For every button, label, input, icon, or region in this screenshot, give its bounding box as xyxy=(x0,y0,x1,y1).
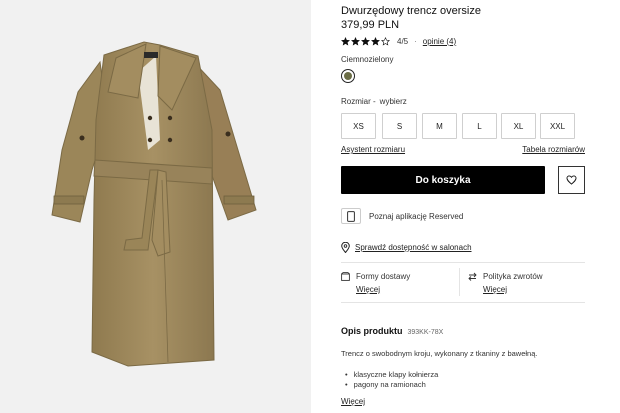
size-label-text: Rozmiar - xyxy=(341,97,376,106)
star-filled-icon xyxy=(351,36,360,45)
delivery-title: Formy dostawy xyxy=(356,271,411,281)
size-placeholder: wybierz xyxy=(379,97,407,106)
store-availability-link: Sprawdź dostępność w salonach xyxy=(355,242,472,252)
description-heading: Opis produktu 393KK-78X xyxy=(341,326,443,336)
box-icon xyxy=(341,271,350,281)
product-title: Dwurzędowy trencz oversize xyxy=(341,5,481,17)
color-name: Ciemnozielony xyxy=(341,55,394,64)
delivery-more-link[interactable]: Więcej xyxy=(356,285,410,294)
product-price: 379,99 PLN xyxy=(341,19,400,31)
rating-score: 4/5 xyxy=(397,36,409,46)
divider-vertical xyxy=(459,268,460,296)
returns-more-link[interactable]: Więcej xyxy=(483,285,543,294)
description-title: Opis produktu xyxy=(341,326,403,336)
delivery-info: Formy dostawy Więcej xyxy=(341,270,410,294)
product-rating: 4/5 · opinie (4) xyxy=(341,35,456,47)
divider xyxy=(341,262,585,263)
size-option-l[interactable]: L xyxy=(462,113,497,139)
size-option-xl[interactable]: XL xyxy=(501,113,536,139)
app-promo-text: Poznaj aplikację Reserved xyxy=(369,211,464,221)
star-filled-icon xyxy=(371,36,380,45)
color-swatch[interactable] xyxy=(341,69,355,83)
wishlist-button[interactable] xyxy=(558,166,585,194)
divider xyxy=(341,302,585,303)
size-label: Rozmiar - wybierz xyxy=(341,97,407,106)
size-assistant-link[interactable]: Asystent rozmiaru xyxy=(341,145,405,154)
returns-title: Polityka zwrotów xyxy=(483,271,543,281)
product-details-panel: Dwurzędowy trencz oversize 379,99 PLN 4/… xyxy=(341,0,585,413)
list-item: klasyczne klapy kołnierza xyxy=(345,370,439,380)
feature-list: klasyczne klapy kołnierza pagony na rami… xyxy=(345,370,439,390)
returns-info: Polityka zwrotów Więcej xyxy=(468,270,543,294)
heart-icon xyxy=(566,175,577,185)
add-to-cart-button[interactable]: Do koszyka xyxy=(341,166,545,194)
star-empty-icon xyxy=(381,36,390,45)
size-option-xxl[interactable]: XXL xyxy=(540,113,575,139)
description-text: Trencz o swobodnym kroju, wykonany z tka… xyxy=(341,349,538,358)
return-arrows-icon xyxy=(468,272,477,281)
description-more-link[interactable]: Więcej xyxy=(341,397,365,406)
trench-coat-illustration xyxy=(51,41,257,367)
list-item: pagony na ramionach xyxy=(345,380,438,390)
store-availability[interactable]: Sprawdź dostępność w salonach xyxy=(341,240,472,254)
size-option-s[interactable]: S xyxy=(382,113,417,139)
color-swatch-fill xyxy=(344,72,352,80)
star-filled-icon xyxy=(361,36,370,45)
location-pin-icon xyxy=(341,241,350,253)
rating-stars xyxy=(341,36,391,46)
product-image[interactable] xyxy=(0,0,311,413)
reviews-link[interactable]: opinie (4) xyxy=(423,37,456,46)
phone-icon xyxy=(341,208,361,224)
rating-separator: · xyxy=(414,36,417,46)
star-filled-icon xyxy=(341,36,350,45)
size-option-xs[interactable]: XS xyxy=(341,113,376,139)
app-promo[interactable]: Poznaj aplikację Reserved xyxy=(341,208,463,224)
size-option-m[interactable]: M xyxy=(422,113,457,139)
product-code: 393KK-78X xyxy=(407,329,444,336)
size-chart-link[interactable]: Tabela rozmiarów xyxy=(522,145,585,154)
size-options: XS S M L XL XXL xyxy=(341,113,585,139)
